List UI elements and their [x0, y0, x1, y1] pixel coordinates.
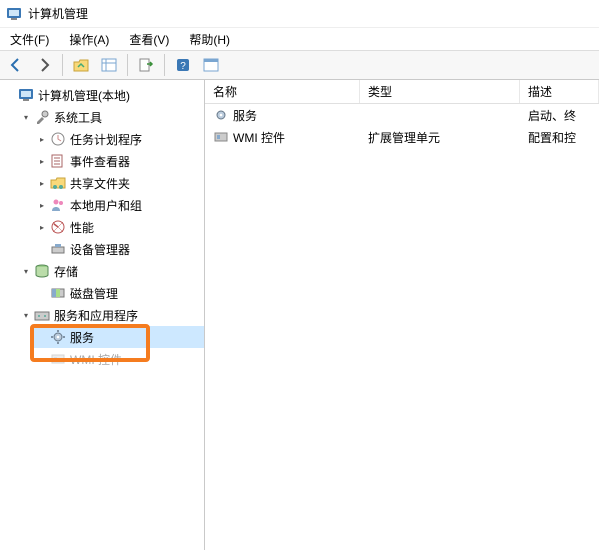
up-folder-button[interactable] — [69, 53, 93, 77]
performance-icon — [50, 219, 66, 235]
expander-expand-icon[interactable]: ▸ — [36, 133, 48, 145]
device-manager-icon — [50, 241, 66, 257]
tree-node-local-users[interactable]: ▸ 本地用户和组 — [32, 194, 204, 216]
tree-panel: ▶ 计算机管理(本地) ▾ 系统工具 — [0, 80, 205, 550]
tree-label: 本地用户和组 — [70, 197, 142, 214]
list-panel: 名称 类型 描述 服务 启动、终 WMI 控件 扩展管理单元 配置和控 — [205, 80, 599, 550]
tree-label: 系统工具 — [54, 109, 102, 126]
tree-label: 设备管理器 — [70, 241, 130, 258]
event-log-icon — [50, 153, 66, 169]
toolbar-separator — [164, 54, 165, 76]
app-icon — [6, 6, 22, 22]
expander-expand-icon[interactable]: ▸ — [36, 155, 48, 167]
tree-node-wmi-control[interactable]: ▸ WMI 控件 — [32, 348, 204, 370]
cell-name: WMI 控件 — [233, 129, 285, 146]
list-header: 名称 类型 描述 — [205, 80, 599, 104]
services-apps-icon — [34, 307, 50, 323]
svg-text:?: ? — [180, 61, 186, 72]
titlebar: 计算机管理 — [0, 0, 599, 28]
disk-icon — [50, 285, 66, 301]
tree-label: 任务计划程序 — [70, 131, 142, 148]
clock-icon — [50, 131, 66, 147]
tree-node-services-apps[interactable]: ▾ 服务和应用程序 — [16, 304, 204, 326]
tree-label: 计算机管理(本地) — [38, 87, 130, 104]
expander-collapse-icon[interactable]: ▾ — [20, 265, 32, 277]
menubar: 文件(F) 操作(A) 查看(V) 帮助(H) — [0, 28, 599, 50]
column-label: 类型 — [368, 83, 392, 100]
tree-node-event-viewer[interactable]: ▸ 事件查看器 — [32, 150, 204, 172]
help-button[interactable]: ? — [171, 53, 195, 77]
tree-node-device-manager[interactable]: ▸ 设备管理器 — [32, 238, 204, 260]
tree-label: 服务 — [70, 329, 94, 346]
tree-root-computer-management[interactable]: ▶ 计算机管理(本地) — [0, 84, 204, 106]
cell-type: 扩展管理单元 — [368, 129, 440, 146]
column-label: 名称 — [213, 83, 237, 100]
toolbar-separator — [127, 54, 128, 76]
column-header-name[interactable]: 名称 — [205, 80, 360, 103]
menu-action[interactable]: 操作(A) — [63, 29, 115, 50]
show-hide-pane-button[interactable] — [199, 53, 223, 77]
tools-icon — [34, 109, 50, 125]
tree-node-performance[interactable]: ▸ 性能 — [32, 216, 204, 238]
cell-name: 服务 — [233, 107, 257, 124]
window-title: 计算机管理 — [28, 5, 88, 22]
list-row[interactable]: WMI 控件 扩展管理单元 配置和控 — [205, 126, 599, 148]
computer-icon — [18, 87, 34, 103]
view-details-button[interactable] — [97, 53, 121, 77]
menu-help[interactable]: 帮助(H) — [183, 29, 236, 50]
gear-icon — [50, 329, 66, 345]
cell-desc: 启动、终 — [528, 107, 576, 124]
expander-expand-icon[interactable]: ▸ — [36, 221, 48, 233]
tree-label: 事件查看器 — [70, 153, 130, 170]
expander-expand-icon[interactable]: ▸ — [36, 199, 48, 211]
tree-node-services[interactable]: ▸ 服务 — [32, 326, 204, 348]
tree-label: 共享文件夹 — [70, 175, 130, 192]
expander-collapse-icon[interactable]: ▾ — [20, 111, 32, 123]
expander-collapse-icon[interactable]: ▾ — [20, 309, 32, 321]
menu-file[interactable]: 文件(F) — [4, 29, 55, 50]
tree-label: WMI 控件 — [70, 351, 122, 368]
gear-icon — [213, 107, 229, 123]
back-button[interactable] — [4, 53, 28, 77]
tree-node-shared-folders[interactable]: ▸ 共享文件夹 — [32, 172, 204, 194]
menu-view[interactable]: 查看(V) — [123, 29, 175, 50]
list-row[interactable]: 服务 启动、终 — [205, 104, 599, 126]
shared-folder-icon — [50, 175, 66, 191]
wmi-icon — [50, 351, 66, 367]
main-area: ▶ 计算机管理(本地) ▾ 系统工具 — [0, 80, 599, 550]
column-header-type[interactable]: 类型 — [360, 80, 520, 103]
column-label: 描述 — [528, 83, 552, 100]
expander-expand-icon[interactable]: ▸ — [36, 177, 48, 189]
tree-node-disk-management[interactable]: ▸ 磁盘管理 — [32, 282, 204, 304]
forward-button[interactable] — [32, 53, 56, 77]
column-header-desc[interactable]: 描述 — [520, 80, 599, 103]
cell-desc: 配置和控 — [528, 129, 576, 146]
tree-node-storage[interactable]: ▾ 存储 — [16, 260, 204, 282]
tree-label: 服务和应用程序 — [54, 307, 138, 324]
wmi-icon — [213, 129, 229, 145]
toolbar: ? — [0, 50, 599, 80]
storage-icon — [34, 263, 50, 279]
users-icon — [50, 197, 66, 213]
tree-node-system-tools[interactable]: ▾ 系统工具 — [16, 106, 204, 128]
export-button[interactable] — [134, 53, 158, 77]
tree-label: 存储 — [54, 263, 78, 280]
list-body: 服务 启动、终 WMI 控件 扩展管理单元 配置和控 — [205, 104, 599, 550]
tree-label: 性能 — [70, 219, 94, 236]
toolbar-separator — [62, 54, 63, 76]
tree-node-task-scheduler[interactable]: ▸ 任务计划程序 — [32, 128, 204, 150]
tree-label: 磁盘管理 — [70, 285, 118, 302]
